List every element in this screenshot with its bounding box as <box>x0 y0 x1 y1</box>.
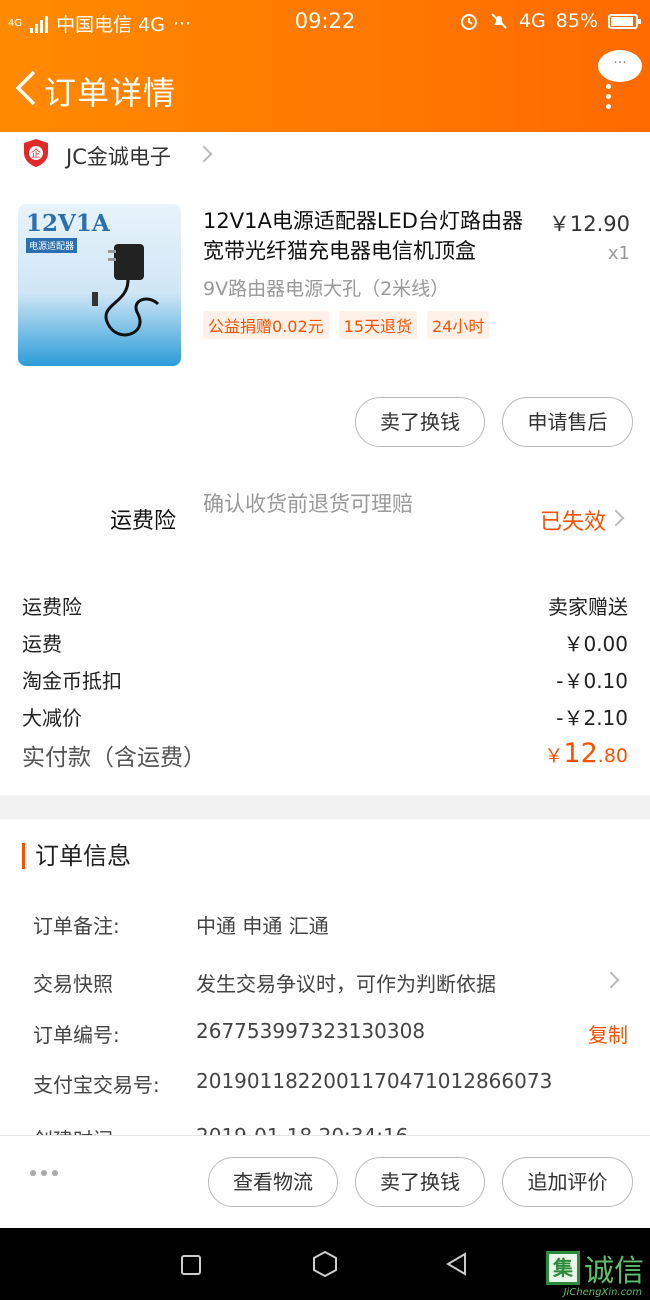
insurance-desc: 确认收货前退货可理赔 <box>203 492 413 516</box>
chevron-right-icon <box>195 145 213 163</box>
network-type: 4G <box>518 10 546 32</box>
fee-value: -￥0.10 <box>556 669 628 693</box>
shop-name[interactable]: JC金诚电子 <box>66 141 171 171</box>
alipay-label: 支付宝交易号: <box>33 1073 160 1097</box>
tag-24h: 24小时 <box>427 311 490 339</box>
fee-label: 大减价 <box>22 706 82 730</box>
order-number-label: 订单编号: <box>33 1023 120 1047</box>
more-actions-icon[interactable] <box>30 1170 58 1176</box>
battery-icon <box>608 13 641 29</box>
after-sale-button[interactable]: 申请售后 <box>502 397 633 447</box>
product-quantity: x1 <box>607 243 630 264</box>
shop-badge-icon: 企 <box>24 139 48 167</box>
total-currency: ￥ <box>544 745 564 767</box>
view-logistics-button[interactable]: 查看物流 <box>208 1157 338 1207</box>
more-menu-icon[interactable] <box>606 84 612 114</box>
fee-row: 运费险 卖家赠送 <box>22 591 628 620</box>
tag-return: 15天退货 <box>338 311 418 339</box>
total-decimals: .80 <box>597 745 628 767</box>
product-image-sublabel: 电源适配器 <box>26 238 78 253</box>
insurance-status[interactable]: 已失效 <box>540 504 606 536</box>
alarm-icon <box>460 14 477 30</box>
chevron-right-icon <box>607 509 625 527</box>
adapter-illustration <box>92 244 160 337</box>
service-tags: 公益捐赠0.02元 15天退货 24小时 <box>203 311 490 339</box>
home-icon[interactable] <box>312 1250 338 1278</box>
page-title: 订单详情 <box>44 74 177 112</box>
svg-text:企: 企 <box>31 147 41 160</box>
battery-percent: 85% <box>555 10 598 32</box>
insurance-label: 运费险 <box>110 509 177 534</box>
fee-label: 运费 <box>22 632 62 656</box>
product-image[interactable]: 12V1A 电源适配器 <box>18 204 181 366</box>
product-image-label: 12V1A <box>26 210 110 237</box>
resell-bottom-button[interactable]: 卖了换钱 <box>355 1157 485 1207</box>
shop-row[interactable]: 企 JC金诚电子 <box>0 132 650 176</box>
resell-button[interactable]: 卖了换钱 <box>355 397 485 447</box>
total-amount: ￥12.80 <box>544 738 628 769</box>
tag-charity: 公益捐赠0.02元 <box>203 311 329 339</box>
bottom-action-bar: 查看物流 卖了换钱 追加评价 <box>0 1135 650 1228</box>
section-divider <box>0 795 650 819</box>
mute-bell-icon <box>491 13 507 29</box>
fee-value: 卖家赠送 <box>548 595 628 619</box>
message-bubble-icon[interactable]: ··· <box>598 50 642 82</box>
total-integer: 12 <box>563 738 598 769</box>
fee-value: -￥2.10 <box>556 706 628 730</box>
watermark-url: JiChengXin.com <box>563 1287 642 1298</box>
order-remark-value: 中通 申通 汇通 <box>196 914 329 938</box>
fee-value: ￥0.00 <box>563 632 628 656</box>
order-info-title: 订单信息 <box>22 843 131 869</box>
fee-row: 运费 ￥0.00 <box>22 628 628 657</box>
fee-label: 淘金币抵扣 <box>22 669 122 693</box>
navbar: 订单详情 ··· <box>0 50 650 122</box>
status-bar: 4G 中国电信 4G ··· 09:22 4G 85% <box>0 0 650 46</box>
fee-label: 运费险 <box>22 595 82 619</box>
fee-row: 大减价 -￥2.10 <box>22 702 628 731</box>
snapshot-label: 交易快照 <box>33 972 113 996</box>
watermark-logo: 集 <box>546 1251 580 1285</box>
total-label: 实付款（含运费） <box>22 745 206 771</box>
back-arrow-icon[interactable] <box>12 68 42 108</box>
alipay-value: 2019011822001170471012866073 <box>196 1069 553 1093</box>
recent-apps-icon[interactable] <box>180 1254 202 1276</box>
add-review-button[interactable]: 追加评价 <box>502 1157 633 1207</box>
watermark-text: 诚信 <box>584 1254 644 1289</box>
product-title[interactable]: 12V1A电源适配器LED台灯路由器宽带光纤猫充电器电信机顶盒 <box>203 206 533 266</box>
chevron-right-icon <box>602 971 620 989</box>
snapshot-value: 发生交易争议时，可作为判断依据 <box>196 972 496 996</box>
back-triangle-icon[interactable] <box>445 1252 467 1276</box>
header: 4G 中国电信 4G ··· 09:22 4G 85% 订单详情 ··· <box>0 0 650 132</box>
total-row: 实付款（含运费） ￥12.80 <box>22 738 628 772</box>
product-spec: 9V路由器电源大孔（2米线） <box>203 278 450 300</box>
order-number-value: 267753997323130308 <box>196 1019 426 1043</box>
product-price: ￥12.90 <box>548 212 630 236</box>
watermark: 集 诚信 <box>546 1246 644 1290</box>
fee-row: 淘金币抵扣 -￥0.10 <box>22 665 628 694</box>
order-remark-label: 订单备注: <box>33 914 120 938</box>
copy-order-number-button[interactable]: 复制 <box>588 1019 628 1048</box>
